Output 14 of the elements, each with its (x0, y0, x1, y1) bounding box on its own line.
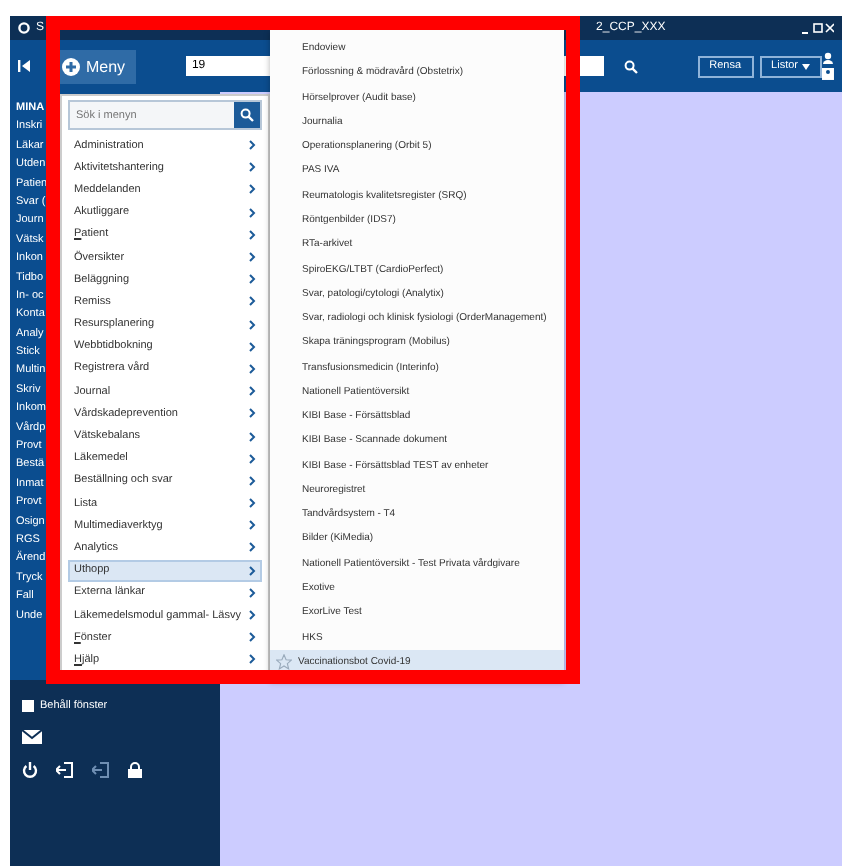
window-controls-icon[interactable] (802, 22, 834, 34)
collapse-icon[interactable] (18, 60, 30, 72)
star-icon[interactable] (276, 653, 292, 670)
caret-icon (802, 63, 810, 69)
gear-icon (18, 22, 30, 34)
checkbox[interactable] (22, 700, 34, 712)
lock-icon[interactable] (128, 762, 142, 778)
power-icon[interactable] (22, 762, 38, 778)
search-icon[interactable] (623, 59, 638, 73)
plus-icon (61, 57, 80, 75)
mail-icon[interactable] (22, 730, 42, 744)
logout-icon[interactable] (56, 762, 74, 778)
user-icon[interactable] (822, 52, 834, 80)
menu-button[interactable]: Meny (55, 49, 136, 83)
